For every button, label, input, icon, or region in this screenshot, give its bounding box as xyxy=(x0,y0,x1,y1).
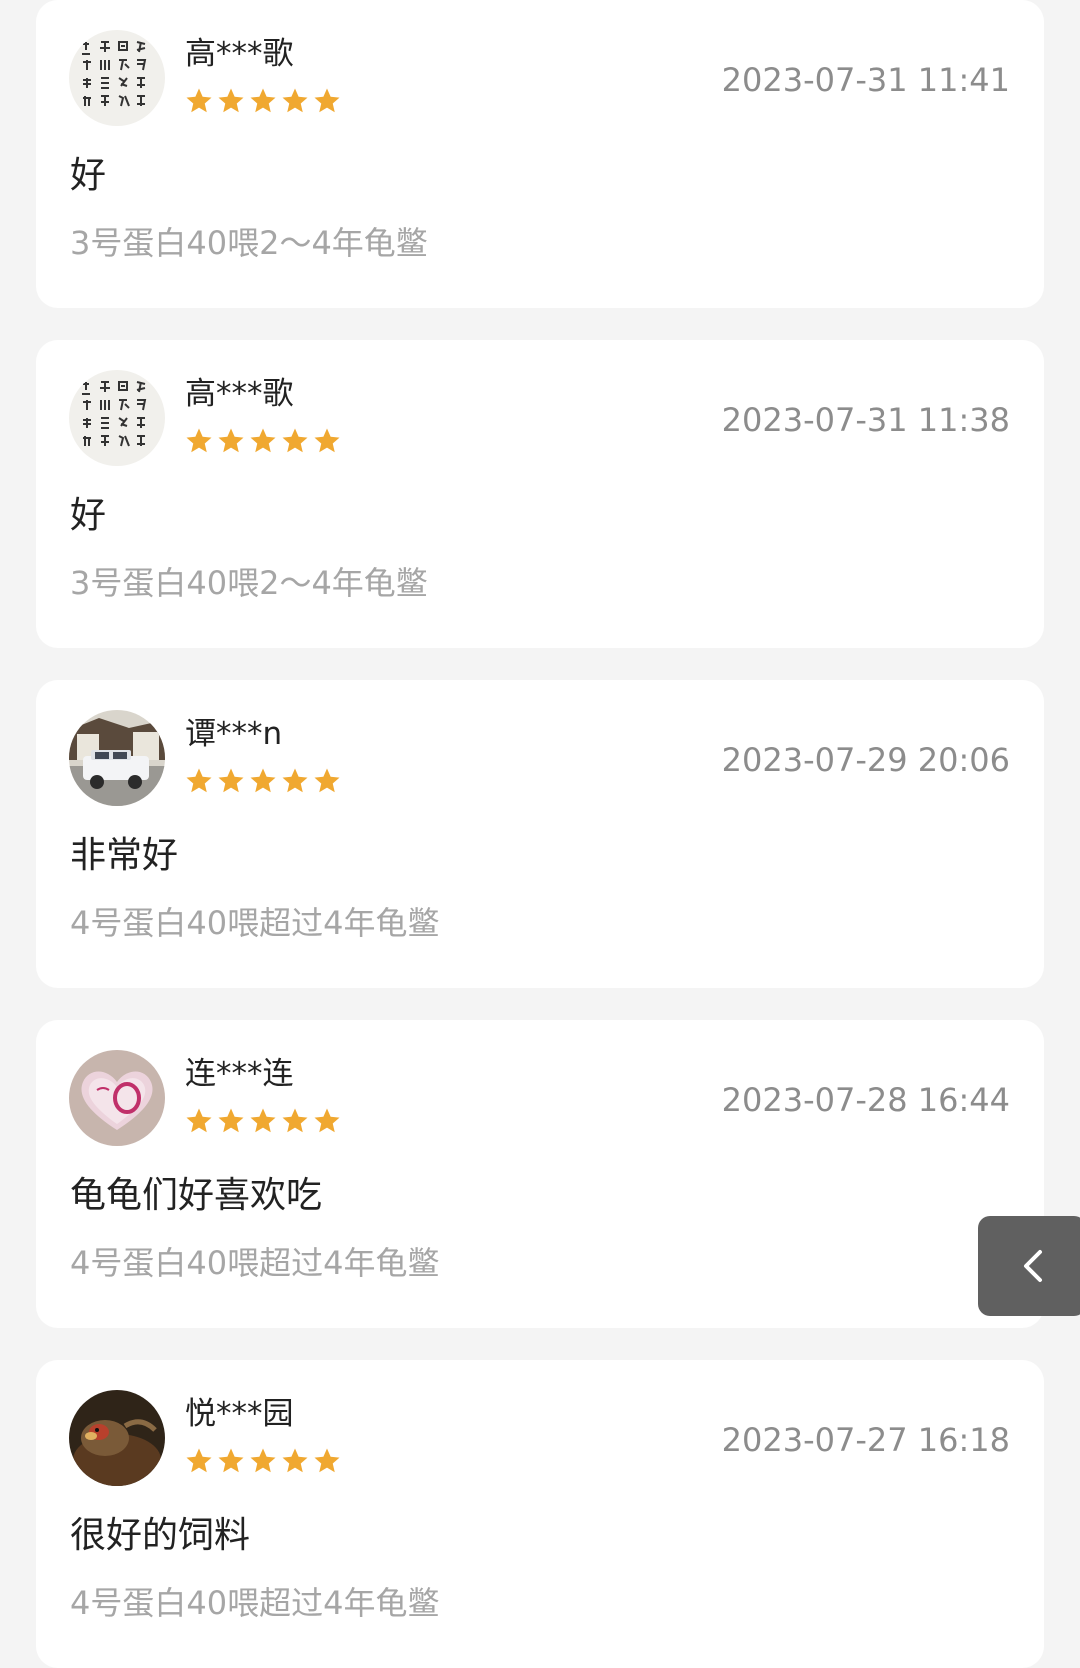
star-icon xyxy=(250,428,276,453)
purchased-variant: 4号蛋白40喂超过4年龟鳖 xyxy=(70,904,440,942)
star-icon xyxy=(218,1448,244,1473)
purchased-variant: 4号蛋白40喂超过4年龟鳖 xyxy=(70,1244,440,1282)
review-username: 连***连 xyxy=(185,1056,294,1092)
star-icon xyxy=(250,88,276,113)
star-icon xyxy=(186,1108,212,1133)
user-avatar[interactable] xyxy=(69,710,165,806)
purchased-variant: 3号蛋白40喂2～4年龟鳖 xyxy=(70,564,428,602)
user-avatar[interactable] xyxy=(69,370,165,466)
star-icon xyxy=(282,1448,308,1473)
rating-stars xyxy=(184,86,344,116)
review-username: 高***歌 xyxy=(185,376,294,412)
rating-stars xyxy=(184,426,344,456)
user-avatar[interactable] xyxy=(69,30,165,126)
star-icon xyxy=(186,768,212,793)
calligraphy-avatar-image xyxy=(69,370,165,466)
calligraphy-avatar-image xyxy=(69,30,165,126)
star-icon xyxy=(314,768,340,793)
user-avatar[interactable] xyxy=(69,1390,165,1486)
review-timestamp: 2023-07-28 16:44 xyxy=(721,1081,1010,1119)
star-icon xyxy=(250,1448,276,1473)
car-photo-avatar-image xyxy=(69,710,165,806)
review-username: 悦***园 xyxy=(185,1396,294,1432)
rating-stars xyxy=(184,766,344,796)
star-icon xyxy=(314,428,340,453)
review-username: 谭***n xyxy=(185,716,283,752)
review-timestamp: 2023-07-27 16:18 xyxy=(721,1421,1010,1459)
star-icon xyxy=(250,768,276,793)
star-icon xyxy=(218,88,244,113)
side-back-button[interactable] xyxy=(978,1216,1080,1316)
star-icon xyxy=(186,428,212,453)
star-icon xyxy=(314,1448,340,1473)
review-card: 高***歌 2023-07-31 11:38 好 3号蛋白40喂2～4年龟鳖 xyxy=(36,340,1044,648)
rating-stars xyxy=(184,1106,344,1136)
review-username: 高***歌 xyxy=(185,36,294,72)
star-icon xyxy=(186,88,212,113)
star-icon xyxy=(282,768,308,793)
star-icon xyxy=(314,1108,340,1133)
star-icon xyxy=(218,428,244,453)
star-icon xyxy=(218,768,244,793)
purchased-variant: 4号蛋白40喂超过4年龟鳖 xyxy=(70,1584,440,1622)
star-icon xyxy=(186,1448,212,1473)
user-avatar[interactable] xyxy=(69,1050,165,1146)
review-card: 悦***园 2023-07-27 16:18 很好的饲料 4号蛋白40喂超过4年… xyxy=(36,1360,1044,1668)
review-timestamp: 2023-07-31 11:41 xyxy=(721,61,1010,99)
review-card: 高***歌 2023-07-31 11:41 好 3号蛋白40喂2～4年龟鳖 xyxy=(36,0,1044,308)
turtle-photo-avatar-image xyxy=(69,1390,165,1486)
star-icon xyxy=(282,1108,308,1133)
star-icon xyxy=(314,88,340,113)
review-comment: 非常好 xyxy=(70,835,179,876)
heart-chocolate-avatar-image xyxy=(69,1050,165,1146)
chevron-left-icon xyxy=(1024,1250,1042,1282)
rating-stars xyxy=(184,1446,344,1476)
review-comment: 很好的饲料 xyxy=(70,1515,251,1556)
review-timestamp: 2023-07-31 11:38 xyxy=(721,401,1010,439)
review-comment: 龟龟们好喜欢吃 xyxy=(70,1175,323,1216)
star-icon xyxy=(282,88,308,113)
review-comment: 好 xyxy=(70,495,107,536)
review-comment: 好 xyxy=(70,155,107,196)
review-card: 连***连 2023-07-28 16:44 龟龟们好喜欢吃 4号蛋白40喂超过… xyxy=(36,1020,1044,1328)
purchased-variant: 3号蛋白40喂2～4年龟鳖 xyxy=(70,224,428,262)
star-icon xyxy=(218,1108,244,1133)
review-timestamp: 2023-07-29 20:06 xyxy=(721,741,1010,779)
star-icon xyxy=(250,1108,276,1133)
star-icon xyxy=(282,428,308,453)
review-card: 谭***n 2023-07-29 20:06 非常好 4号蛋白40喂超过4年龟鳖 xyxy=(36,680,1044,988)
